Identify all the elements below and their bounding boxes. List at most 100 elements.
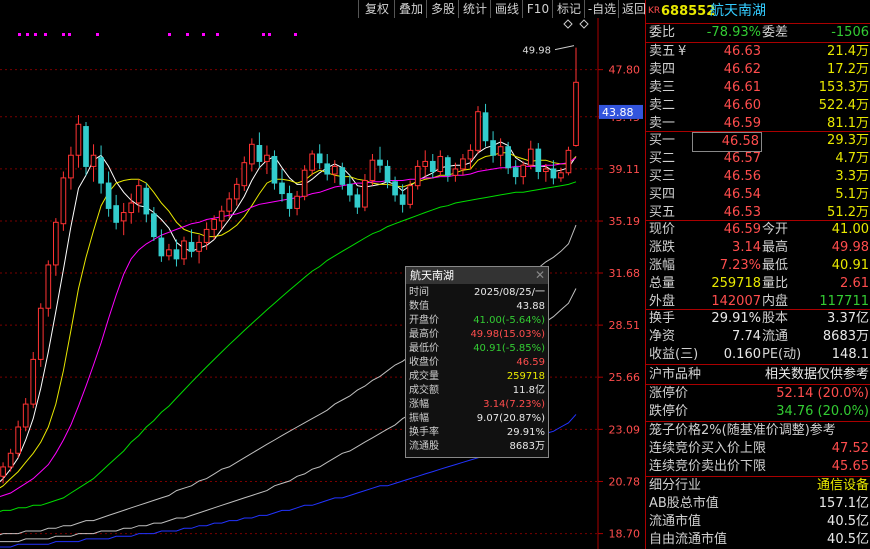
asks-volume: 153.3万 xyxy=(818,80,869,95)
chart-toolbar: 复权 叠加 多股 统计 画线 F10 标记 -自选 返回 xyxy=(0,0,646,18)
toolbar-button-1[interactable]: 叠加 xyxy=(394,0,427,18)
toolbar-button-4[interactable]: 画线 xyxy=(490,0,523,18)
candle-body xyxy=(497,146,504,156)
stat2-value: 0.160 xyxy=(723,347,761,362)
signal-marker xyxy=(44,33,47,36)
signal-marker xyxy=(168,33,171,36)
tooltip-key: 振幅 xyxy=(409,413,429,424)
candle-body xyxy=(218,210,225,222)
stock-name: 航天南湖 xyxy=(710,3,766,19)
candle-body xyxy=(226,198,233,212)
info-row: 自由流通市值 40.5亿 xyxy=(646,531,870,549)
stat2-row: 换手 29.91% 股本 3.37亿 xyxy=(646,310,870,328)
candle-body xyxy=(241,162,248,187)
stat2-label-2: 流通 xyxy=(762,329,789,344)
stat-row: 总量 259718 量比 2.61 xyxy=(646,275,870,293)
cage-row: 连续竞价卖出价下限 45.65 xyxy=(646,458,870,476)
toolbar-button-2[interactable]: 多股 xyxy=(426,0,459,18)
limit-value: 34.76 (20.0%) xyxy=(776,404,869,419)
tooltip-key: 成交额 xyxy=(409,385,439,396)
tooltip-row: 数值 43.88 xyxy=(406,301,548,313)
limit-row: 涨停价 52.14 (20.0%) xyxy=(646,385,870,403)
signal-marker xyxy=(202,33,205,36)
bids-row: 买四 46.54 5.1万 xyxy=(646,186,870,204)
candle-body xyxy=(68,154,74,179)
candle-body xyxy=(429,160,436,172)
stat-value-2: 41.00 xyxy=(831,222,869,237)
stat-row: 现价 46.59 今开 41.00 xyxy=(646,221,870,239)
tooltip-value: 46.59 xyxy=(516,357,545,368)
bids-volume: 3.3万 xyxy=(835,169,869,184)
candle-body xyxy=(151,213,157,238)
close-icon[interactable]: ✕ xyxy=(535,268,545,282)
weicha-value: -1506 xyxy=(831,25,869,40)
tooltip-row: 成交量 259718 xyxy=(406,371,548,383)
signal-marker xyxy=(268,33,271,36)
weicha-label: 委差 xyxy=(762,25,789,40)
asks-label: 卖五 xyxy=(649,44,676,59)
stat2-value-2: 3.37亿 xyxy=(827,311,869,326)
candle-body xyxy=(196,241,202,252)
signal-marker xyxy=(96,33,99,36)
toolbar-button-7[interactable]: -自选 xyxy=(584,0,619,18)
y-tick-label: 35.19 xyxy=(609,215,641,228)
stat2-row: 收益(三) 0.160 PE(动) 148.1 xyxy=(646,346,870,364)
candle-body xyxy=(279,182,285,195)
candle-body xyxy=(181,240,187,260)
candle-body xyxy=(98,157,104,184)
toolbar-button-0[interactable]: 复权 xyxy=(358,0,395,18)
cage-label: 连续竞价买入价上限 xyxy=(649,441,767,456)
asks-label: 卖三 xyxy=(649,80,676,95)
stat2-value-2: 148.1 xyxy=(831,347,869,362)
candle-body xyxy=(7,452,14,468)
stat2-label-2: 股本 xyxy=(762,311,789,326)
stock-header: KR 688552 航天南湖 xyxy=(646,0,870,24)
weibi-value: -78.93% xyxy=(706,25,761,40)
candle-body xyxy=(45,264,52,309)
candle-body xyxy=(475,111,481,151)
candle-body xyxy=(75,123,82,156)
candle-body xyxy=(128,202,135,214)
stat-label: 总量 xyxy=(649,276,676,291)
toolbar-button-6[interactable]: 标记 xyxy=(552,0,585,18)
bids-row: 买二 46.57 4.7万 xyxy=(646,150,870,168)
bids-price: 46.58 xyxy=(692,132,762,152)
tooltip-row: 成交额 11.8亿 xyxy=(406,385,548,397)
tooltip-key: 最低价 xyxy=(409,343,439,354)
candle-body xyxy=(324,163,331,175)
stat-label-2: 量比 xyxy=(762,276,789,291)
signal-marker xyxy=(186,33,189,36)
tooltip-row: 振幅 9.07(20.87%) xyxy=(406,413,548,425)
signal-marker xyxy=(68,33,71,36)
candle-body xyxy=(264,154,270,162)
stat-label-2: 最高 xyxy=(762,240,789,255)
toolbar-button-3[interactable]: 统计 xyxy=(458,0,491,18)
tooltip-value: 41.00(-5.64%) xyxy=(473,315,545,326)
quote-panel: KR 688552 航天南湖 委比 -78.93% 委差 -1506 卖五 ¥46… xyxy=(645,0,870,549)
stat2-value-2: 8683万 xyxy=(822,329,869,344)
stat-value-2: 49.98 xyxy=(831,240,869,255)
bids-row: 买一 46.58 29.3万 xyxy=(646,132,870,152)
candle-body xyxy=(392,181,398,196)
candle-body xyxy=(158,237,165,257)
signal-marker xyxy=(26,33,29,36)
candle-body xyxy=(233,183,240,200)
y-tick-label: 18.70 xyxy=(609,528,641,541)
tooltip-key: 换手率 xyxy=(409,427,439,438)
high-value-label: 49.98 xyxy=(522,46,551,57)
bids-label: 买三 xyxy=(649,169,676,184)
info-row: 流通市值 40.5亿 xyxy=(646,513,870,531)
candle-body xyxy=(339,167,346,185)
cage-label: 连续竞价卖出价下限 xyxy=(649,459,767,474)
weibi-row: 委比 -78.93% 委差 -1506 xyxy=(646,24,870,42)
y-tick-label: 39.11 xyxy=(609,163,641,176)
info-value: 通信设备 xyxy=(816,478,869,493)
tooltip-row: 收盘价 46.59 xyxy=(406,357,548,369)
candle-body xyxy=(331,165,338,175)
limit-label: 跌停价 xyxy=(649,404,689,419)
tooltip-row: 时间 2025/08/25/一 xyxy=(406,287,548,299)
limit-row: 跌停价 34.76 (20.0%) xyxy=(646,403,870,421)
tooltip-key: 时间 xyxy=(409,287,429,298)
toolbar-button-5[interactable]: F10 xyxy=(522,0,553,18)
tooltip-value: 259718 xyxy=(506,371,545,382)
